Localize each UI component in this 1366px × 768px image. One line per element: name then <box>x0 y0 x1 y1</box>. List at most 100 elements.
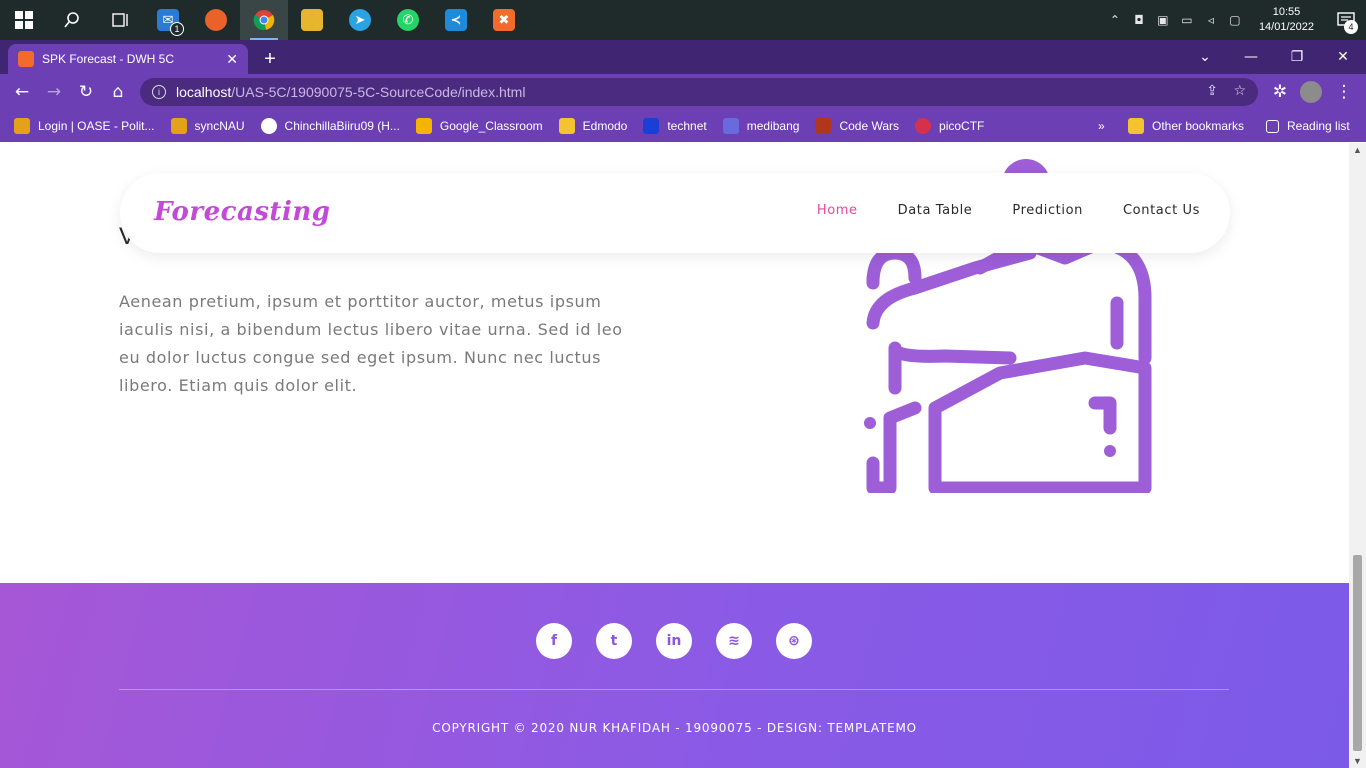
menu-kebab-icon[interactable]: ⋮ <box>1328 76 1360 108</box>
bookmark-item[interactable]: picoCTF <box>915 118 984 134</box>
bookmark-item[interactable]: medibang <box>722 118 799 134</box>
telegram-icon: ➤ <box>349 9 371 31</box>
telegram-app[interactable]: ➤ <box>336 0 384 40</box>
windows-taskbar: ✉ 1 ➤ ✆ ≺ ✖ ⌃ ◘ ▣ ▭ ◃ ▢ 10:55 14/01/2022… <box>0 0 1366 40</box>
linkedin-icon[interactable]: in <box>656 623 692 659</box>
back-button[interactable]: ← <box>6 76 38 108</box>
dribbble-icon[interactable]: ⊛ <box>776 623 812 659</box>
edmodo-icon <box>558 118 575 134</box>
scroll-down-arrow-icon[interactable]: ▼ <box>1353 756 1362 766</box>
task-view-button[interactable] <box>96 0 144 40</box>
screen-icon[interactable]: ▣ <box>1151 0 1175 40</box>
battery-icon[interactable]: ▭ <box>1175 0 1199 40</box>
windows-logo-icon <box>15 11 33 29</box>
bookmark-item[interactable]: Code Wars <box>815 118 899 134</box>
folder-icon <box>301 9 323 31</box>
classroom-icon <box>415 118 432 134</box>
social-links: f t in ≋ ⊛ <box>536 623 836 659</box>
bookmark-item[interactable]: Login | OASE - Polit... <box>14 118 155 134</box>
page-viewport: V Aenean pretium, ipsum et porttitor auc… <box>0 143 1366 768</box>
tab-title: SPK Forecast - DWH 5C <box>42 52 175 66</box>
chrome-app[interactable] <box>240 0 288 40</box>
task-view-icon <box>112 13 128 27</box>
twitter-icon[interactable]: t <box>596 623 632 659</box>
rss-icon[interactable]: ≋ <box>716 623 752 659</box>
url-path: /UAS-5C/19090075-5C-SourceCode/index.htm… <box>231 84 526 100</box>
search-button[interactable] <box>48 0 96 40</box>
start-button[interactable] <box>0 0 48 40</box>
browser-toolbar: ← → ↻ ⌂ i localhost/UAS-5C/19090075-5C-S… <box>0 74 1366 110</box>
bookmark-item[interactable]: Google_Classroom <box>415 118 543 134</box>
close-tab-icon[interactable]: ✕ <box>226 51 238 68</box>
codewars-icon <box>815 118 832 134</box>
tab-search-chevron-icon[interactable]: ⌄ <box>1182 40 1228 74</box>
close-window-button[interactable]: ✕ <box>1320 40 1366 74</box>
footer-divider <box>119 689 1229 690</box>
bookmarks-bar: Login | OASE - Polit... syncNAU Chinchil… <box>0 110 1366 142</box>
tab-strip: SPK Forecast - DWH 5C ✕ + ⌄ — ❐ ✕ <box>0 40 1366 74</box>
bookmark-favicon <box>14 118 30 134</box>
extensions-icon[interactable]: ✲ <box>1264 76 1296 108</box>
web-page: V Aenean pretium, ipsum et porttitor auc… <box>0 143 1349 768</box>
profile-avatar[interactable] <box>1300 81 1322 103</box>
xampp-icon: ✖ <box>493 9 515 31</box>
bookmark-item[interactable]: Edmodo <box>558 118 627 134</box>
reading-list-icon <box>1266 119 1279 133</box>
system-tray: ⌃ ◘ ▣ ▭ ◃ ▢ 10:55 14/01/2022 4 <box>1103 0 1366 40</box>
site-footer: f t in ≋ ⊛ COPYRIGHT © 2020 NUR KHAFIDAH… <box>0 583 1349 768</box>
firefox-app[interactable] <box>192 0 240 40</box>
forward-button[interactable]: → <box>38 76 70 108</box>
more-bookmarks-button[interactable]: » <box>1098 119 1105 133</box>
technet-icon <box>643 118 660 134</box>
mail-badge: 1 <box>170 22 184 36</box>
vscode-app[interactable]: ≺ <box>432 0 480 40</box>
picoctf-icon <box>915 118 932 134</box>
home-button[interactable]: ⌂ <box>102 76 134 108</box>
whatsapp-app[interactable]: ✆ <box>384 0 432 40</box>
scrollbar-thumb[interactable] <box>1353 555 1362 751</box>
xampp-favicon <box>18 51 34 67</box>
nav-prediction[interactable]: Prediction <box>1012 203 1083 218</box>
share-icon[interactable]: ⇪ <box>1206 83 1218 99</box>
scroll-up-arrow-icon[interactable]: ▲ <box>1353 145 1362 155</box>
site-info-icon[interactable]: i <box>152 85 166 99</box>
network-icon[interactable]: ▢ <box>1223 0 1247 40</box>
other-bookmarks[interactable]: Other bookmarks <box>1128 118 1244 134</box>
reload-button[interactable]: ↻ <box>70 76 102 108</box>
bookmark-item[interactable]: ChinchillaBiiru09 (H... <box>260 118 400 134</box>
github-icon <box>260 118 277 134</box>
facebook-icon[interactable]: f <box>536 623 572 659</box>
bookmark-star-icon[interactable]: ☆ <box>1233 83 1246 99</box>
search-icon <box>64 12 79 28</box>
site-logo[interactable]: Forecasting <box>154 197 330 227</box>
folder-icon <box>1128 118 1144 134</box>
bookmark-item[interactable]: technet <box>643 118 707 134</box>
reading-list[interactable]: Reading list <box>1266 119 1350 133</box>
address-bar[interactable]: i localhost/UAS-5C/19090075-5C-SourceCod… <box>140 78 1258 106</box>
clock[interactable]: 10:55 14/01/2022 <box>1247 5 1326 35</box>
vscode-icon: ≺ <box>445 9 467 31</box>
xampp-app[interactable]: ✖ <box>480 0 528 40</box>
notification-count: 4 <box>1344 20 1358 34</box>
nav-home[interactable]: Home <box>817 203 858 218</box>
restore-button[interactable]: ❐ <box>1274 40 1320 74</box>
mail-app[interactable]: ✉ 1 <box>144 0 192 40</box>
site-navbar: Forecasting Home Data Table Prediction C… <box>120 173 1230 253</box>
section-paragraph: Aenean pretium, ipsum et porttitor aucto… <box>119 292 623 395</box>
bookmark-item[interactable]: syncNAU <box>170 118 245 134</box>
chrome-icon <box>253 10 275 31</box>
tab-active[interactable]: SPK Forecast - DWH 5C ✕ <box>8 44 248 74</box>
file-explorer-app[interactable] <box>288 0 336 40</box>
nav-data-table[interactable]: Data Table <box>898 203 973 218</box>
webcam-icon[interactable]: ◘ <box>1127 0 1151 40</box>
url-host: localhost <box>176 84 232 100</box>
nav-contact-us[interactable]: Contact Us <box>1123 203 1200 218</box>
new-tab-button[interactable]: + <box>260 48 280 71</box>
volume-icon[interactable]: ◃ <box>1199 0 1223 40</box>
main-menu: Home Data Table Prediction Contact Us <box>777 203 1200 218</box>
minimize-button[interactable]: — <box>1228 40 1274 74</box>
medibang-icon <box>722 118 739 134</box>
notification-center-button[interactable]: 4 <box>1326 0 1366 40</box>
chevron-up-icon[interactable]: ⌃ <box>1103 0 1127 40</box>
page-scrollbar[interactable]: ▲ ▼ <box>1349 143 1366 768</box>
